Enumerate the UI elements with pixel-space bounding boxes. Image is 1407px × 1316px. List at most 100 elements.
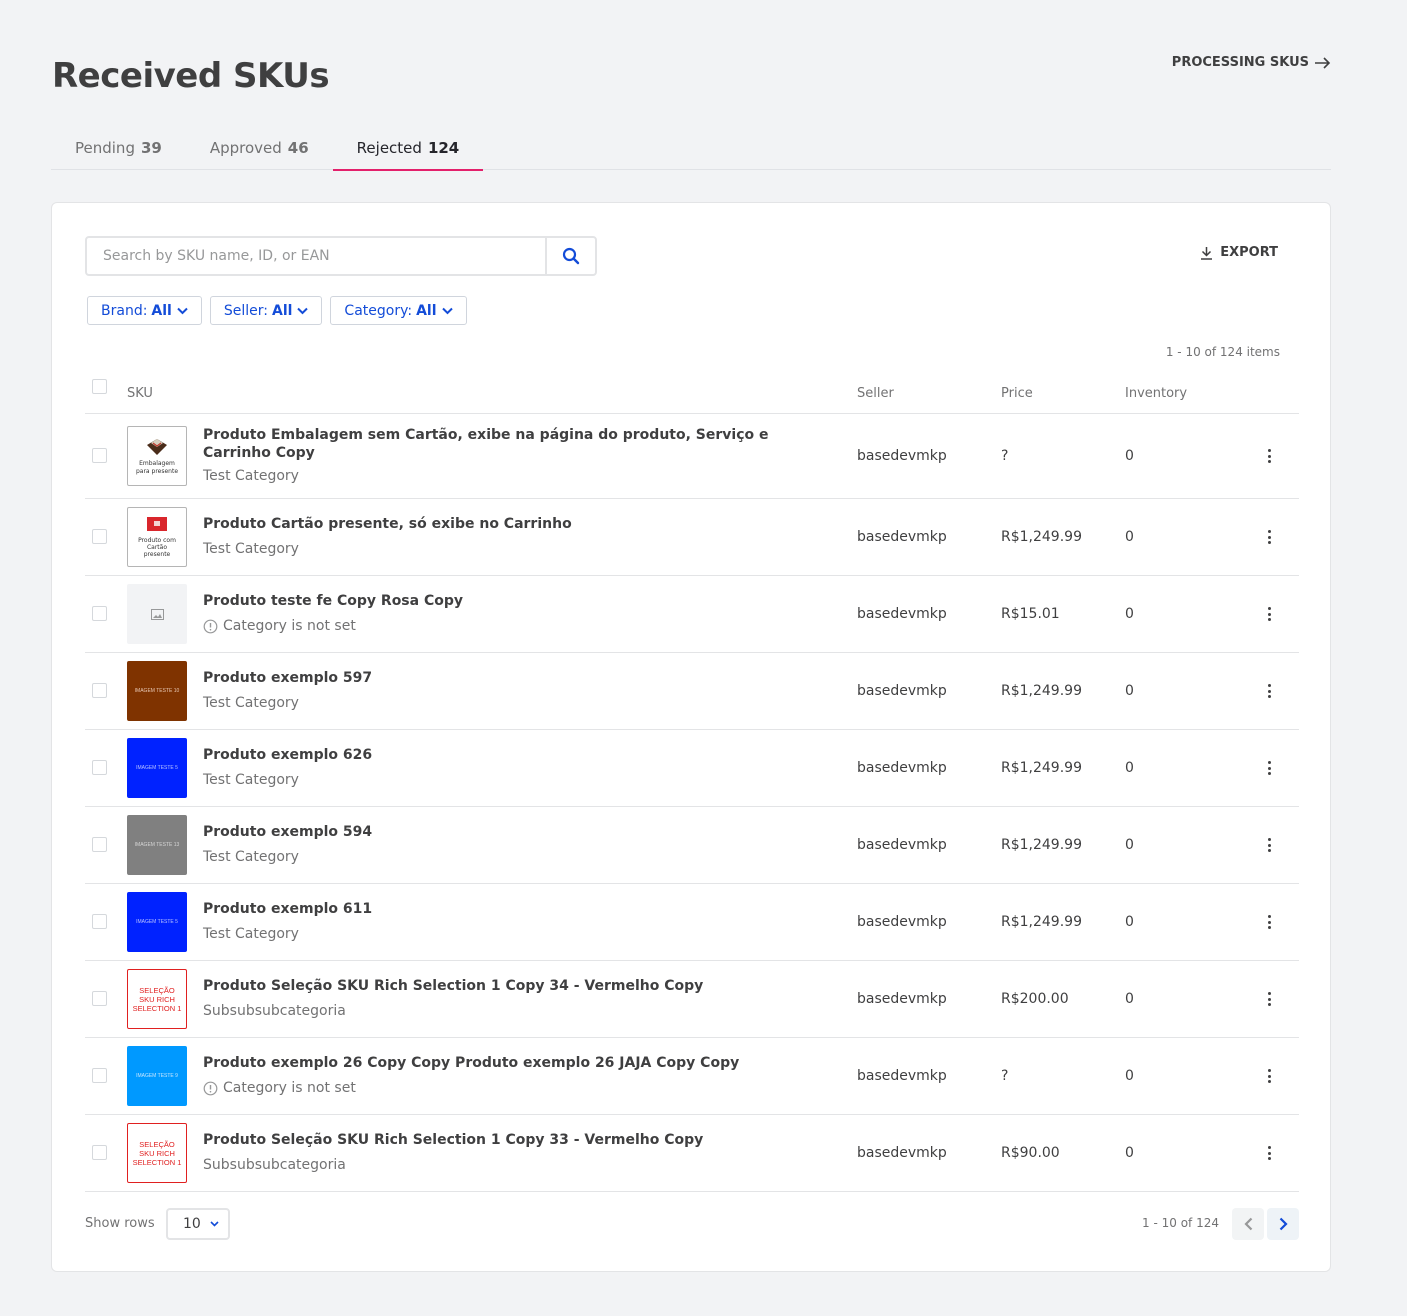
filter-bar: Brand: All Seller: All Category: All: [87, 296, 467, 325]
export-button[interactable]: EXPORT: [1200, 245, 1278, 260]
table-row[interactable]: Embalagem para presente Produto Embalagem…: [85, 414, 1299, 499]
image-placeholder-icon: [150, 608, 164, 620]
table-row[interactable]: IMAGEM TESTE 9 Produto exemplo 26 Copy Co…: [85, 1038, 1299, 1115]
table-row[interactable]: SELEÇÃO SKU RICH SELECTION 1 Produto Sele…: [85, 1115, 1299, 1192]
processing-skus-link[interactable]: PROCESSING SKUS: [1172, 55, 1331, 70]
row-checkbox[interactable]: [92, 914, 107, 929]
sku-name[interactable]: Produto exemplo 594: [203, 823, 813, 841]
more-options-icon[interactable]: [1262, 991, 1276, 1007]
chevron-right-icon: [1279, 1217, 1288, 1231]
sku-thumbnail[interactable]: [127, 584, 187, 644]
sku-name[interactable]: Produto Seleção SKU Rich Selection 1 Cop…: [203, 977, 813, 995]
more-options-icon[interactable]: [1262, 683, 1276, 699]
rows-per-page-value: 10: [183, 1216, 201, 1232]
column-header-seller: Seller: [857, 386, 894, 401]
table-row[interactable]: SELEÇÃO SKU RICH SELECTION 1 Produto Sele…: [85, 961, 1299, 1038]
price-cell: ?: [1001, 448, 1009, 464]
sku-name[interactable]: Produto Embalagem sem Cartão, exibe na p…: [203, 426, 813, 462]
sku-name[interactable]: Produto exemplo 26 Copy Copy Produto exe…: [203, 1054, 813, 1072]
filter-value: All: [271, 302, 293, 319]
table-row[interactable]: IMAGEM TESTE 10 Produto exemplo 597 Test C…: [85, 653, 1299, 730]
sku-thumbnail[interactable]: IMAGEM TESTE 10: [127, 661, 187, 721]
sku-thumbnail[interactable]: Produto com Cartão presente: [127, 507, 187, 567]
sku-thumbnail[interactable]: IMAGEM TESTE 5: [127, 892, 187, 952]
tab-label: Approved: [209, 139, 282, 157]
gift-card-icon: [147, 516, 167, 531]
more-options-icon[interactable]: [1262, 837, 1276, 853]
table-row[interactable]: IMAGEM TESTE 13 Produto exemplo 594 Test C…: [85, 807, 1299, 884]
row-checkbox[interactable]: [92, 760, 107, 775]
row-checkbox[interactable]: [92, 606, 107, 621]
row-checkbox[interactable]: [92, 1145, 107, 1160]
tab-count: 39: [140, 139, 162, 157]
more-options-icon[interactable]: [1262, 760, 1276, 776]
brand-filter[interactable]: Brand: All: [87, 296, 202, 325]
thumb-caption: IMAGEM TESTE 9: [136, 1073, 178, 1079]
category-filter[interactable]: Category: All: [330, 296, 467, 325]
row-checkbox[interactable]: [92, 529, 107, 544]
sku-name[interactable]: Produto exemplo 611: [203, 900, 813, 918]
inventory-cell: 0: [1125, 837, 1134, 853]
sku-thumbnail[interactable]: IMAGEM TESTE 9: [127, 1046, 187, 1106]
sku-thumbnail[interactable]: IMAGEM TESTE 13: [127, 815, 187, 875]
sku-name[interactable]: Produto exemplo 626: [203, 746, 813, 764]
sku-category: Test Category: [203, 541, 299, 557]
table-row[interactable]: IMAGEM TESTE 5 Produto exemplo 626 Test Ca…: [85, 730, 1299, 807]
more-options-icon[interactable]: [1262, 1145, 1276, 1161]
sku-thumbnail[interactable]: Embalagem para presente: [127, 426, 187, 486]
table-row[interactable]: Produto com Cartão presente Produto Cartã…: [85, 499, 1299, 576]
next-page-button[interactable]: [1267, 1208, 1299, 1240]
sku-name[interactable]: Produto Cartão presente, só exibe no Car…: [203, 515, 813, 533]
sku-name[interactable]: Produto Seleção SKU Rich Selection 1 Cop…: [203, 1131, 813, 1149]
inventory-cell: 0: [1125, 1145, 1134, 1161]
more-options-icon[interactable]: [1262, 914, 1276, 930]
rows-per-page-select[interactable]: 10: [166, 1208, 230, 1240]
price-cell: R$1,249.99: [1001, 760, 1082, 776]
previous-page-button[interactable]: [1232, 1208, 1264, 1240]
category-text: Category is not set: [223, 618, 356, 634]
row-checkbox[interactable]: [92, 683, 107, 698]
tab-approved[interactable]: Approved 46: [186, 130, 333, 170]
tab-pending[interactable]: Pending 39: [51, 130, 186, 170]
sku-name[interactable]: Produto teste fe Copy Rosa Copy: [203, 592, 813, 610]
column-header-price: Price: [1001, 386, 1033, 401]
more-options-icon[interactable]: [1262, 448, 1276, 464]
sku-list-card: EXPORT Brand:All Seller:All Category:All…: [51, 202, 1331, 1272]
download-icon: [1201, 246, 1213, 260]
sku-category: Test Category: [203, 772, 299, 788]
search-button[interactable]: [545, 238, 595, 274]
table-row[interactable]: IMAGEM TESTE 5 Produto exemplo 611 Test Ca…: [85, 884, 1299, 961]
thumb-caption: Embalagem para presente: [135, 460, 179, 475]
inventory-cell: 0: [1125, 529, 1134, 545]
row-checkbox[interactable]: [92, 1068, 107, 1083]
more-options-icon[interactable]: [1262, 1068, 1276, 1084]
tab-label: Rejected: [356, 139, 422, 157]
row-checkbox[interactable]: [92, 837, 107, 852]
row-checkbox[interactable]: [92, 448, 107, 463]
search-input[interactable]: [87, 238, 545, 274]
category-text: Test Category: [203, 695, 299, 711]
more-options-icon[interactable]: [1262, 529, 1276, 545]
filter-label: Seller:: [223, 302, 268, 319]
category-text: Test Category: [203, 468, 299, 484]
seller-cell: basedevmkp: [857, 760, 947, 776]
filter-label: Category:: [344, 302, 413, 319]
table-header: SKU Seller Price Inventory: [85, 373, 1299, 414]
sku-name[interactable]: Produto exemplo 597: [203, 669, 813, 687]
more-options-icon[interactable]: [1262, 606, 1276, 622]
table-row[interactable]: Produto teste fe Copy Rosa Copy Category …: [85, 576, 1299, 653]
warning-icon: [203, 1081, 218, 1095]
sku-thumbnail[interactable]: SELEÇÃO SKU RICH SELECTION 1: [127, 1123, 187, 1183]
tab-rejected[interactable]: Rejected 124: [332, 130, 484, 171]
sku-thumbnail[interactable]: SELEÇÃO SKU RICH SELECTION 1: [127, 969, 187, 1029]
status-tabs: Pending 39 Approved 46 Rejected 124: [51, 130, 1331, 171]
chevron-down-icon: [177, 307, 188, 314]
seller-cell: basedevmkp: [857, 683, 947, 699]
select-all-checkbox[interactable]: [92, 379, 107, 394]
seller-filter[interactable]: Seller: All: [209, 296, 323, 325]
row-checkbox[interactable]: [92, 991, 107, 1006]
sku-thumbnail[interactable]: IMAGEM TESTE 5: [127, 738, 187, 798]
category-text: Test Category: [203, 541, 299, 557]
category-text: Test Category: [203, 849, 299, 865]
sku-table: SKU Seller Price Inventory Embalagem par…: [85, 373, 1299, 1192]
